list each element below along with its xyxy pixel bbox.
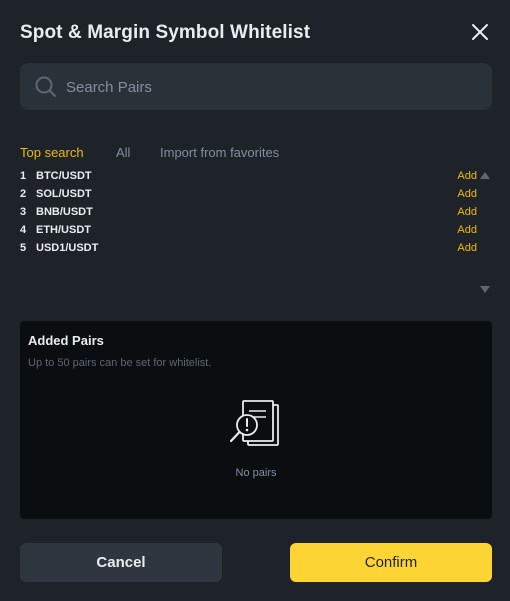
pair-symbol: ETH/USDT bbox=[36, 224, 91, 236]
cancel-button[interactable]: Cancel bbox=[20, 543, 222, 582]
pair-symbol: SOL/USDT bbox=[36, 188, 92, 200]
add-pair-button[interactable]: Add bbox=[457, 170, 477, 182]
list-item: 5 USD1/USDT Add bbox=[20, 242, 477, 260]
tab-all[interactable]: All bbox=[116, 145, 130, 160]
dialog-title: Spot & Margin Symbol Whitelist bbox=[20, 22, 311, 43]
pair-rank: 4 bbox=[20, 224, 27, 236]
empty-state-text: No pairs bbox=[235, 467, 277, 479]
pair-symbol: BNB/USDT bbox=[36, 206, 93, 218]
added-pairs-panel: Added Pairs Up to 50 pairs can be set fo… bbox=[20, 321, 492, 519]
close-button[interactable] bbox=[468, 20, 492, 44]
add-pair-button[interactable]: Add bbox=[457, 224, 477, 236]
pair-symbol: BTC/USDT bbox=[36, 170, 92, 182]
add-pair-button[interactable]: Add bbox=[457, 242, 477, 254]
search-input[interactable] bbox=[64, 63, 478, 112]
list-item: 1 BTC/USDT Add bbox=[20, 170, 477, 188]
search-box[interactable] bbox=[20, 63, 492, 112]
no-data-icon bbox=[229, 400, 279, 446]
close-icon bbox=[472, 24, 488, 40]
pair-rank: 2 bbox=[20, 188, 27, 200]
added-pairs-subtitle: Up to 50 pairs can be set for whitelist. bbox=[28, 357, 212, 369]
list-item: 3 BNB/USDT Add bbox=[20, 206, 477, 224]
pair-symbol: USD1/USDT bbox=[36, 242, 99, 254]
pair-rank: 5 bbox=[20, 242, 27, 254]
list-item: 4 ETH/USDT Add bbox=[20, 224, 477, 242]
scroll-up-arrow-icon[interactable] bbox=[479, 170, 491, 180]
pair-rank: 1 bbox=[20, 170, 27, 182]
added-pairs-title: Added Pairs bbox=[28, 333, 104, 348]
search-icon bbox=[35, 76, 56, 97]
tab-import-favorites[interactable]: Import from favorites bbox=[160, 145, 279, 160]
whitelist-dialog: Spot & Margin Symbol Whitelist Top searc… bbox=[0, 0, 510, 601]
pair-rank: 3 bbox=[20, 206, 27, 218]
confirm-button[interactable]: Confirm bbox=[290, 543, 492, 582]
add-pair-button[interactable]: Add bbox=[457, 206, 477, 218]
tab-top-search[interactable]: Top search bbox=[20, 145, 84, 160]
pair-list: 1 BTC/USDT Add 2 SOL/USDT Add 3 BNB/USDT… bbox=[20, 170, 477, 260]
add-pair-button[interactable]: Add bbox=[457, 188, 477, 200]
scroll-down-arrow-icon[interactable] bbox=[479, 285, 491, 295]
list-item: 2 SOL/USDT Add bbox=[20, 188, 477, 206]
